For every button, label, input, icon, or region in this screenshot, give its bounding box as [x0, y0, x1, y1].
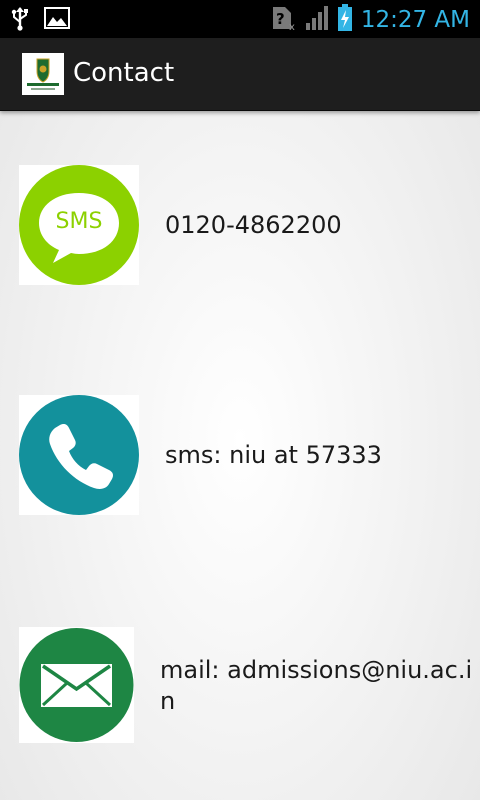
image-icon [44, 7, 70, 35]
contact-row-sms[interactable]: sms: niu at 57333 [19, 395, 480, 515]
status-bar: ? x 12:27 AM [0, 0, 480, 38]
signal-icon [305, 5, 329, 35]
action-bar: Contact [0, 38, 480, 111]
contact-mail-text[interactable]: mail: admissions@niu.ac.in [160, 655, 475, 717]
svg-text:SMS: SMS [56, 209, 103, 234]
sms-icon[interactable]: SMS [19, 165, 139, 285]
usb-icon [10, 7, 30, 35]
contact-row-phone[interactable]: SMS 0120-4862200 [19, 165, 480, 285]
contact-phone-text[interactable]: 0120-4862200 [165, 210, 342, 241]
battery-charging-icon [337, 4, 353, 36]
phone-icon[interactable] [19, 395, 139, 515]
contact-sms-text[interactable]: sms: niu at 57333 [165, 440, 382, 471]
svg-text:x: x [289, 22, 295, 31]
contact-row-mail[interactable]: mail: admissions@niu.ac.in [19, 627, 480, 743]
no-sim-icon: ? x [269, 5, 297, 35]
status-time: 12:27 AM [360, 7, 470, 33]
university-crest-icon[interactable] [22, 53, 64, 95]
page-title: Contact [73, 58, 175, 88]
mail-icon[interactable] [19, 627, 134, 743]
svg-text:?: ? [276, 10, 285, 28]
